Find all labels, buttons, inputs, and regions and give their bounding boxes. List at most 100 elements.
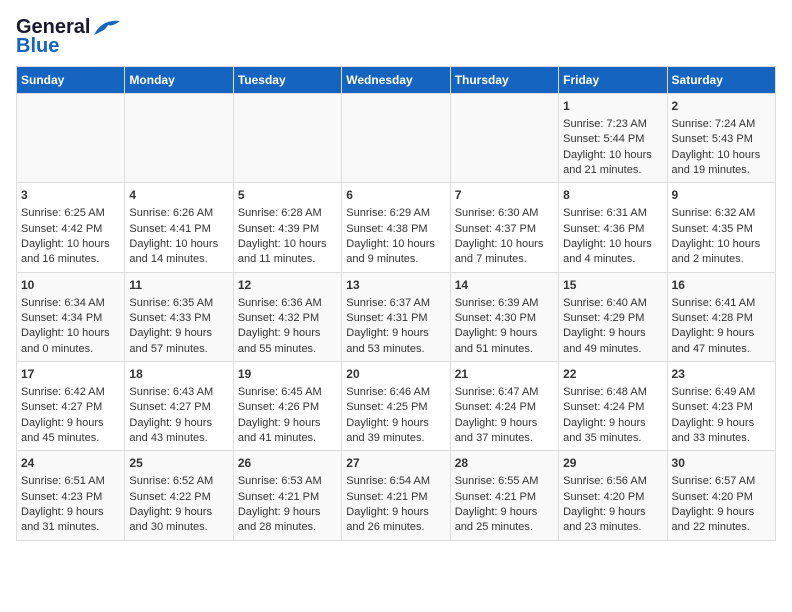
day-detail: Daylight: 10 hours [563, 148, 662, 163]
day-detail: Sunrise: 6:40 AM [563, 296, 662, 311]
day-detail: Sunrise: 7:23 AM [563, 117, 662, 132]
calendar-cell: 16Sunrise: 6:41 AMSunset: 4:28 PMDayligh… [667, 272, 775, 361]
weekday-header-saturday: Saturday [667, 67, 775, 94]
calendar-cell: 12Sunrise: 6:36 AMSunset: 4:32 PMDayligh… [233, 272, 341, 361]
day-detail: Daylight: 9 hours [238, 416, 337, 431]
day-detail: Sunrise: 6:54 AM [346, 474, 445, 489]
calendar-cell: 22Sunrise: 6:48 AMSunset: 4:24 PMDayligh… [559, 362, 667, 451]
day-detail: Daylight: 9 hours [672, 416, 771, 431]
calendar-cell: 6Sunrise: 6:29 AMSunset: 4:38 PMDaylight… [342, 183, 450, 272]
day-detail: and 57 minutes. [129, 342, 228, 357]
day-detail: Daylight: 9 hours [238, 505, 337, 520]
calendar-cell: 18Sunrise: 6:43 AMSunset: 4:27 PMDayligh… [125, 362, 233, 451]
day-detail: Sunrise: 6:47 AM [455, 385, 554, 400]
day-number: 13 [346, 277, 445, 294]
day-detail: Daylight: 10 hours [455, 237, 554, 252]
header: General Blue [16, 16, 776, 58]
day-detail: Sunset: 4:34 PM [21, 311, 120, 326]
weekday-header-thursday: Thursday [450, 67, 558, 94]
day-number: 30 [672, 455, 771, 472]
day-detail: Sunset: 4:20 PM [672, 490, 771, 505]
calendar-cell: 2Sunrise: 7:24 AMSunset: 5:43 PMDaylight… [667, 94, 775, 183]
day-detail: Sunset: 4:28 PM [672, 311, 771, 326]
day-detail: Daylight: 9 hours [346, 416, 445, 431]
day-detail: and 47 minutes. [672, 342, 771, 357]
calendar-cell: 1Sunrise: 7:23 AMSunset: 5:44 PMDaylight… [559, 94, 667, 183]
day-detail: Daylight: 9 hours [238, 326, 337, 341]
day-detail: Daylight: 10 hours [563, 237, 662, 252]
day-detail: and 7 minutes. [455, 252, 554, 267]
calendar-cell: 17Sunrise: 6:42 AMSunset: 4:27 PMDayligh… [17, 362, 125, 451]
day-detail: Sunset: 4:20 PM [563, 490, 662, 505]
day-detail: and 16 minutes. [21, 252, 120, 267]
day-detail: Sunrise: 6:34 AM [21, 296, 120, 311]
day-detail: and 53 minutes. [346, 342, 445, 357]
day-detail: Sunrise: 6:53 AM [238, 474, 337, 489]
day-detail: Daylight: 9 hours [346, 505, 445, 520]
day-detail: and 19 minutes. [672, 163, 771, 178]
day-detail: Sunset: 4:38 PM [346, 222, 445, 237]
day-detail: Daylight: 9 hours [563, 326, 662, 341]
day-detail: Sunset: 4:41 PM [129, 222, 228, 237]
day-number: 18 [129, 366, 228, 383]
day-detail: and 21 minutes. [563, 163, 662, 178]
day-detail: and 22 minutes. [672, 520, 771, 535]
day-detail: Daylight: 9 hours [21, 416, 120, 431]
calendar-cell [17, 94, 125, 183]
calendar-cell: 3Sunrise: 6:25 AMSunset: 4:42 PMDaylight… [17, 183, 125, 272]
day-detail: and 41 minutes. [238, 431, 337, 446]
day-detail: and 28 minutes. [238, 520, 337, 535]
day-detail: Sunrise: 6:32 AM [672, 206, 771, 221]
day-detail: and 55 minutes. [238, 342, 337, 357]
day-detail: and 2 minutes. [672, 252, 771, 267]
logo: General Blue [16, 16, 122, 58]
calendar-cell: 24Sunrise: 6:51 AMSunset: 4:23 PMDayligh… [17, 451, 125, 540]
day-detail: Sunrise: 6:25 AM [21, 206, 120, 221]
day-number: 19 [238, 366, 337, 383]
weekday-header-monday: Monday [125, 67, 233, 94]
day-number: 27 [346, 455, 445, 472]
day-number: 17 [21, 366, 120, 383]
calendar-cell: 14Sunrise: 6:39 AMSunset: 4:30 PMDayligh… [450, 272, 558, 361]
day-detail: and 43 minutes. [129, 431, 228, 446]
calendar-cell: 29Sunrise: 6:56 AMSunset: 4:20 PMDayligh… [559, 451, 667, 540]
day-detail: Daylight: 9 hours [21, 505, 120, 520]
day-detail: Sunset: 4:36 PM [563, 222, 662, 237]
day-detail: Sunset: 4:24 PM [455, 400, 554, 415]
day-detail: Daylight: 9 hours [455, 505, 554, 520]
calendar-cell [125, 94, 233, 183]
day-detail: Sunset: 4:22 PM [129, 490, 228, 505]
calendar-table: SundayMondayTuesdayWednesdayThursdayFrid… [16, 66, 776, 541]
day-detail: Sunset: 4:39 PM [238, 222, 337, 237]
day-detail: Sunrise: 6:37 AM [346, 296, 445, 311]
calendar-cell: 23Sunrise: 6:49 AMSunset: 4:23 PMDayligh… [667, 362, 775, 451]
calendar-cell: 5Sunrise: 6:28 AMSunset: 4:39 PMDaylight… [233, 183, 341, 272]
day-detail: Sunset: 4:26 PM [238, 400, 337, 415]
day-detail: Sunset: 4:32 PM [238, 311, 337, 326]
day-number: 25 [129, 455, 228, 472]
day-number: 2 [672, 98, 771, 115]
day-number: 10 [21, 277, 120, 294]
day-number: 15 [563, 277, 662, 294]
day-detail: and 23 minutes. [563, 520, 662, 535]
day-detail: Sunrise: 6:28 AM [238, 206, 337, 221]
day-detail: Sunrise: 6:31 AM [563, 206, 662, 221]
day-detail: and 35 minutes. [563, 431, 662, 446]
day-detail: and 33 minutes. [672, 431, 771, 446]
day-detail: Sunset: 4:33 PM [129, 311, 228, 326]
day-detail: Sunrise: 6:30 AM [455, 206, 554, 221]
calendar-cell: 27Sunrise: 6:54 AMSunset: 4:21 PMDayligh… [342, 451, 450, 540]
logo-blue: Blue [16, 35, 59, 58]
day-detail: and 0 minutes. [21, 342, 120, 357]
day-number: 23 [672, 366, 771, 383]
day-detail: Sunrise: 6:45 AM [238, 385, 337, 400]
day-detail: and 37 minutes. [455, 431, 554, 446]
calendar-cell: 15Sunrise: 6:40 AMSunset: 4:29 PMDayligh… [559, 272, 667, 361]
day-detail: and 30 minutes. [129, 520, 228, 535]
day-number: 4 [129, 187, 228, 204]
day-number: 7 [455, 187, 554, 204]
day-number: 14 [455, 277, 554, 294]
day-number: 22 [563, 366, 662, 383]
calendar-cell: 13Sunrise: 6:37 AMSunset: 4:31 PMDayligh… [342, 272, 450, 361]
day-detail: Sunrise: 7:24 AM [672, 117, 771, 132]
